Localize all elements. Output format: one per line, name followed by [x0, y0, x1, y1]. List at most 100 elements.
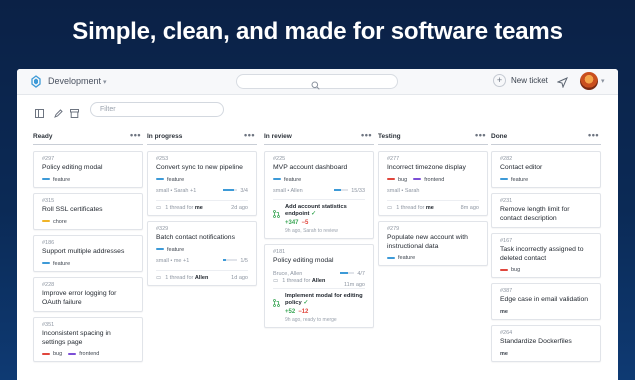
ticket-card[interactable]: #231 Remove length limit for contact desc… [491, 193, 601, 228]
thread-user: Allen [311, 277, 326, 284]
tag-label: feature [167, 176, 185, 183]
column-testing: Testing ••• #277 Incorrect timezone display… [378, 130, 488, 266]
tag-feature: feature [42, 177, 70, 183]
progress-bar [223, 259, 238, 262]
filter-input[interactable]: Filter [90, 102, 224, 117]
plus-icon: + [493, 74, 506, 87]
tag-color-bar [500, 178, 508, 181]
thread-user: me [425, 204, 434, 211]
pull-request[interactable]: Add account statistics endpoint ✓ +347 −5 9… [273, 198, 365, 234]
pull-request-icon [273, 294, 280, 312]
comment-thread[interactable]: ▭ 1 thread for Allen 11m ago [273, 277, 365, 288]
avatar-chevron-down-icon[interactable]: ▾ [601, 77, 605, 85]
comment-thread[interactable]: ▭ 1 thread for me 2d ago [156, 199, 248, 211]
tag-color-bar [68, 352, 77, 355]
more-options-icon[interactable]: ••• [588, 130, 599, 140]
new-ticket-button[interactable]: + New ticket [493, 74, 548, 89]
ticket-card[interactable]: #225 MVP account dashboard feature small • … [264, 151, 374, 240]
more-options-icon[interactable]: ••• [244, 130, 255, 140]
project-selector[interactable]: Development ▾ [48, 76, 107, 86]
app-logo-icon[interactable] [31, 75, 41, 93]
tag-feature: feature [387, 255, 415, 261]
pull-request[interactable]: Implement modal for editing policy ✓ +52−… [273, 287, 365, 324]
ticket-title: Task incorrectly assigned to deleted con… [500, 246, 584, 262]
ticket-card[interactable]: #315 Roll SSL certificates chore [33, 193, 143, 230]
thread-text: 1 thread for [396, 204, 425, 211]
pull-request-status: 9h ago, ready to merge [285, 317, 337, 324]
archive-icon[interactable] [70, 105, 79, 123]
check-icon: ✓ [309, 210, 316, 217]
ticket-card[interactable]: #264 Standardize Dockerfiles me [491, 325, 601, 362]
ticket-card[interactable]: #253 Convert sync to new pipeline feature s… [147, 151, 257, 216]
tag-bug: bug [500, 267, 520, 273]
search-input[interactable] [236, 74, 398, 90]
ticket-number: #351 [42, 322, 55, 328]
more-options-icon[interactable]: ••• [475, 130, 486, 140]
ticket-title: Standardize Dockerfiles [500, 338, 572, 345]
comment-icon: ▭ [156, 274, 162, 281]
ticket-title: Incorrect timezone display [387, 164, 466, 171]
board-view-icon[interactable] [35, 105, 44, 123]
column-title: Done [491, 133, 508, 140]
tag-feature: feature [156, 177, 184, 183]
ticket-title: Edge case in email validation [500, 296, 589, 303]
comment-icon: ▭ [273, 277, 279, 284]
progress-indicator: 3/4 [223, 188, 248, 194]
ticket-number: #253 [156, 156, 169, 162]
assignees-row: Bruce, Allen 4/7 [273, 271, 365, 278]
tag-list: feature [273, 177, 365, 183]
pull-request-title-text: Implement modal for editing policy [285, 292, 363, 306]
ticket-card[interactable]: #181 Policy editing modal Bruce, Allen 4/7 ▭… [264, 244, 374, 329]
comment-icon: ▭ [156, 204, 162, 211]
ticket-title: Improve error logging for OAuth failure [42, 290, 117, 306]
ticket-number: #277 [387, 156, 400, 162]
tag-list: bug frontend [387, 177, 479, 183]
kanban-board: Ready ••• #297 Policy editing modal feature #… [17, 130, 618, 380]
assignees: Bruce, Allen [273, 270, 303, 277]
ticket-card[interactable]: #387 Edge case in email validation me [491, 283, 601, 320]
pull-request-title: Add account statistics endpoint ✓ [285, 204, 365, 218]
pull-request-icon [273, 205, 280, 223]
comment-thread[interactable]: ▭ 1 thread for Allen 1d ago [156, 269, 248, 281]
progress-fill [334, 189, 341, 192]
headline: Simple, clean, and made for software tea… [72, 18, 563, 45]
more-options-icon[interactable]: ••• [130, 130, 141, 140]
tag-feature: feature [273, 177, 301, 183]
comment-thread[interactable]: ▭ 1 thread for me 8m ago [387, 199, 479, 211]
ticket-number: #297 [42, 156, 55, 162]
ticket-number: #282 [500, 156, 513, 162]
ticket-card[interactable]: #167 Task incorrectly assigned to deleted… [491, 233, 601, 278]
ticket-card[interactable]: #228 Improve error logging for OAuth fail… [33, 277, 143, 312]
ticket-card[interactable]: #282 Contact editor feature [491, 151, 601, 188]
tag-label: chore [53, 218, 67, 225]
more-options-icon[interactable]: ••• [361, 130, 372, 140]
assignees-row: small • Allen 15/33 [273, 188, 365, 195]
ticket-card[interactable]: #277 Incorrect timezone display bug fronten… [378, 151, 488, 216]
top-bar: Development ▾ + New ticket ▾ [17, 69, 618, 95]
ticket-owner: me [500, 308, 508, 315]
ticket-card[interactable]: #186 Support multiple addresses feature [33, 235, 143, 272]
tag-list: feature [500, 177, 592, 183]
tag-label: feature [53, 176, 71, 183]
assignees-row: small • Sarah [387, 188, 479, 195]
progress-text: 3/4 [240, 187, 248, 194]
send-icon[interactable] [556, 75, 568, 93]
lines-added: +347 [285, 219, 299, 226]
thread-user: Allen [194, 274, 209, 281]
ticket-card[interactable]: #329 Batch contact notifications feature sm… [147, 221, 257, 286]
pull-request-title: Implement modal for editing policy ✓ [285, 293, 365, 307]
ticket-title: Inconsistent spacing in settings page [42, 330, 111, 346]
ticket-card[interactable]: #279 Populate new account with instructio… [378, 221, 488, 266]
search-icon [311, 77, 320, 95]
tag-label: feature [398, 255, 416, 261]
ticket-card[interactable]: #351 Inconsistent spacing in settings pag… [33, 317, 143, 362]
progress-fill [340, 272, 349, 275]
column-header: In progress ••• [147, 130, 257, 145]
ticket-card[interactable]: #297 Policy editing modal feature [33, 151, 143, 188]
tag-list: feature [156, 247, 248, 253]
tag-label: feature [284, 176, 302, 183]
tag-color-bar [387, 178, 395, 181]
ticket-title: Policy editing modal [273, 257, 334, 264]
avatar[interactable] [580, 72, 598, 90]
edit-icon[interactable] [54, 105, 63, 123]
